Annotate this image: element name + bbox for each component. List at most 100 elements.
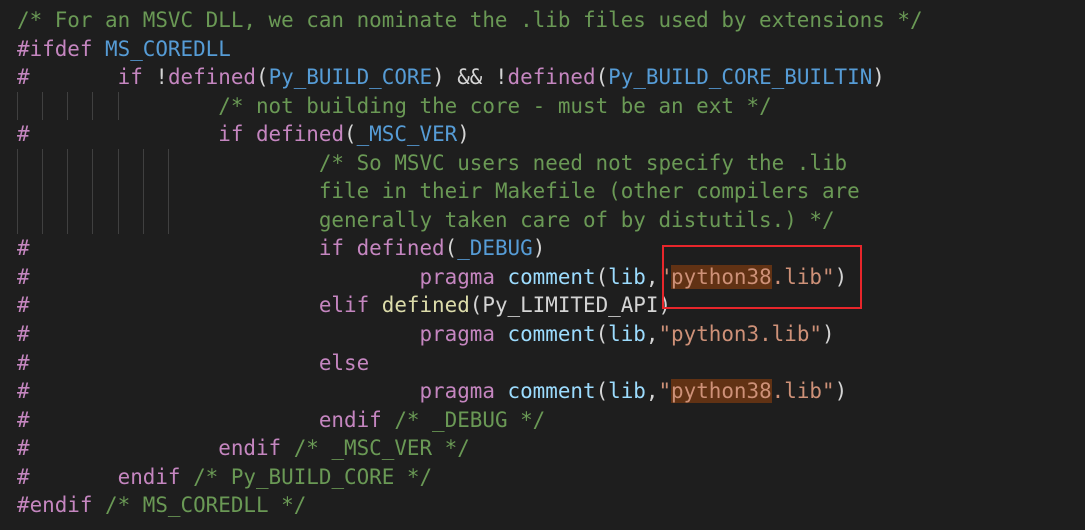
code-token: comment [507,264,596,289]
code-token: Py_BUILD_CORE [268,65,433,90]
code-line[interactable]: # pragma comment(lib,"python3.lib") [0,320,1085,349]
indent-guide [142,205,144,235]
indent-guide [117,148,119,178]
indent-guide [117,205,119,235]
code-token: , [645,379,659,404]
code-token: defined [356,236,445,261]
code-token: # [17,122,219,147]
code-token: endif [318,407,395,432]
code-token: /* So MSVC users need not specify the .l… [318,150,848,175]
code-token: Py_LIMITED_API [482,293,659,318]
code-token: # [17,436,219,461]
code-token: elif [318,293,382,318]
code-token: Py_BUILD_CORE_BUILTIN [608,65,873,90]
code-line[interactable]: # if !defined(Py_BUILD_CORE) && !defined… [0,63,1085,92]
code-token: ( [469,293,483,318]
code-token: generally taken care of by distutils.) *… [318,207,835,232]
code-token: , [645,264,659,289]
code-token: #ifdef [17,36,106,61]
code-token: else [318,350,370,375]
code-line[interactable]: /* For an MSVC DLL, we can nominate the … [0,6,1085,35]
indent-guide [17,148,18,178]
code-token: ( [444,236,458,261]
code-token: ( [595,322,609,347]
code-token: ) [658,293,672,318]
code-token: # [17,379,420,404]
indent-guide [167,177,169,206]
indent-guide [67,91,69,121]
code-line[interactable]: #ifdef MS_COREDLL [0,35,1085,64]
code-editor[interactable]: /* For an MSVC DLL, we can nominate the … [0,6,1085,530]
code-token: lib [608,322,646,347]
indent-guide [42,148,44,178]
code-token: endif [117,464,194,489]
indent-guide [92,177,94,206]
code-token: # [17,464,118,489]
code-token: # [17,322,420,347]
code-token: if [318,236,357,261]
code-token: ) [834,379,848,404]
code-token: # [17,350,319,375]
code-token: ( [255,65,269,90]
indent-guide [17,205,18,235]
code-line[interactable]: #endif /* MS_COREDLL */ [0,491,1085,520]
indent-guide [42,91,44,121]
code-line[interactable]: generally taken care of by distutils.) *… [0,205,1085,235]
indent-guide [67,148,69,178]
code-token: ) [432,65,458,90]
indent-guide [42,205,44,235]
indent-guide [167,205,169,235]
code-token: ! [155,65,168,90]
code-token: ) [821,322,835,347]
code-token: ( [344,122,357,147]
code-token: defined [507,65,596,90]
code-token: # [17,407,319,432]
code-line[interactable]: # endif /* _MSC_VER */ [0,434,1085,463]
indent-guide [92,91,94,121]
code-line[interactable]: # endif /* _DEBUG */ [0,406,1085,435]
code-token: _MSC_VER [356,122,458,147]
indent-guide [17,91,18,121]
code-token: " [658,264,672,289]
code-token: pragma [419,322,508,347]
code-token: /* MS_COREDLL */ [105,493,307,518]
code-token: "python3.lib" [658,322,822,347]
code-line[interactable]: # endif /* Py_BUILD_CORE */ [0,463,1085,492]
code-line[interactable]: # pragma comment(lib,"python38.lib") [0,263,1085,292]
indent-guide [17,177,18,206]
code-token: comment [507,322,596,347]
code-token: ! [482,65,508,90]
code-token: , [645,322,659,347]
indent-guide [142,148,144,178]
indent-guide [142,177,144,206]
code-token: ) [834,264,848,289]
code-line[interactable]: # elif defined(Py_LIMITED_API) [0,291,1085,320]
code-token: if [117,65,156,90]
code-line[interactable]: /* not building the core - must be an ex… [0,91,1085,121]
code-token: endif [218,436,294,461]
code-token: ) [457,122,470,147]
indent-guide [92,148,94,178]
indent-guide [117,177,119,206]
code-token: pragma [419,264,508,289]
code-token: pragma [419,379,508,404]
code-line[interactable]: # if defined(_DEBUG) [0,234,1085,263]
code-token: # [17,264,420,289]
code-token: #endif [17,493,106,518]
indent-guide [67,177,69,206]
code-token: /* _MSC_VER */ [293,436,470,461]
code-line[interactable]: /* So MSVC users need not specify the .l… [0,148,1085,178]
code-line[interactable]: # if defined(_MSC_VER) [0,120,1085,149]
code-token: python38 [671,379,772,404]
code-token: ) [532,236,546,261]
code-token: lib [608,264,646,289]
code-line[interactable]: # else [0,349,1085,378]
code-token: if [218,122,256,147]
code-line[interactable]: file in their Makefile (other compilers … [0,177,1085,206]
code-token: ) [872,65,885,90]
code-line[interactable]: # pragma comment(lib,"python38.lib") [0,377,1085,406]
code-token: # [17,236,319,261]
code-token: ( [595,65,609,90]
code-token: _DEBUG [457,236,533,261]
indent-guide [167,148,169,178]
